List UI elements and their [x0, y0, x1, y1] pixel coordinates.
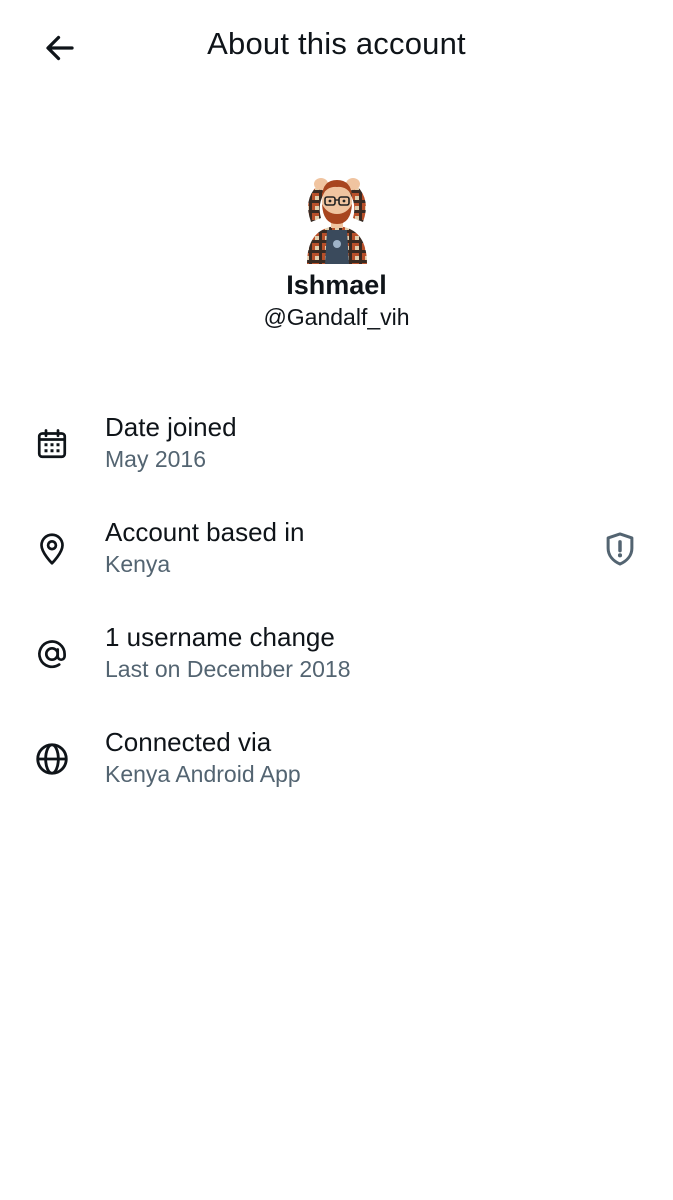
row-subtitle: May 2016 — [105, 446, 207, 472]
display-name: Ishmael — [286, 270, 387, 300]
at-sign-icon — [30, 632, 74, 676]
row-title: Date joined — [105, 412, 237, 442]
row-subtitle: Last on December 2018 — [105, 656, 351, 682]
row-title: Connected via — [105, 727, 272, 757]
row-connected-via: Connected via Kenya Android App — [0, 715, 673, 820]
row-text: Date joined May 2016 — [105, 410, 237, 474]
row-subtitle: Kenya — [105, 551, 171, 577]
profile-section: Ishmael @Gandalf_vih — [0, 170, 673, 332]
row-title: 1 username change — [105, 622, 335, 652]
row-text: 1 username change Last on December 2018 — [105, 620, 351, 684]
header-bar: About this account — [0, 0, 673, 96]
calendar-icon — [30, 422, 74, 466]
row-subtitle: Kenya Android App — [105, 761, 301, 787]
globe-icon — [30, 737, 74, 781]
row-text: Connected via Kenya Android App — [105, 725, 301, 789]
row-account-based-in: Account based in Kenya — [0, 505, 673, 610]
row-text: Account based in Kenya — [105, 515, 304, 579]
account-info-list: Date joined May 2016 Account based in Ke… — [0, 400, 673, 820]
username-handle: @Gandalf_vih — [263, 304, 410, 330]
shield-alert-icon[interactable] — [598, 527, 642, 571]
row-username-change: 1 username change Last on December 2018 — [0, 610, 673, 715]
row-date-joined: Date joined May 2016 — [0, 400, 673, 505]
location-pin-icon — [30, 527, 74, 571]
row-title: Account based in — [105, 517, 305, 547]
avatar[interactable] — [289, 170, 385, 266]
page-title: About this account — [207, 26, 466, 61]
